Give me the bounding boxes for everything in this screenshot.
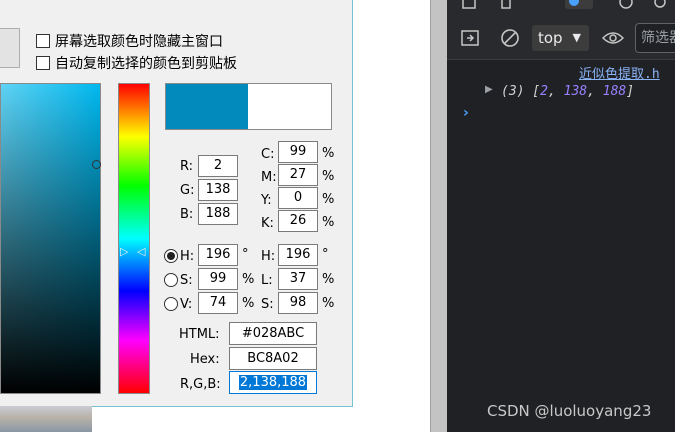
rgb-field-selection: 2,138,188 xyxy=(238,375,308,390)
k-unit: % xyxy=(322,215,335,230)
h-radio[interactable] xyxy=(164,249,178,263)
watermark: CSDN @luoluoyang23 xyxy=(487,402,652,420)
color-preview xyxy=(165,83,332,130)
m-label: M: xyxy=(261,170,277,185)
console-toolbar: top ▼ 筛选器 xyxy=(447,18,675,60)
log-suffix: ] xyxy=(626,84,635,99)
hls-h-unit: ° xyxy=(322,247,329,262)
expand-caret-icon[interactable]: ▶ xyxy=(485,84,493,95)
hide-window-checkbox[interactable]: 屏幕选取颜色时隐藏主窗口 xyxy=(36,31,223,51)
y-unit: % xyxy=(322,192,335,207)
current-color-swatch xyxy=(166,84,248,129)
issues-badge-icon[interactable] xyxy=(565,0,595,12)
checkbox-box[interactable] xyxy=(36,34,50,48)
hsv-v-label: V: xyxy=(180,297,193,312)
filter-input[interactable]: 筛选器 xyxy=(635,23,675,53)
hue-slider[interactable] xyxy=(118,83,150,394)
log-sep: , xyxy=(547,84,564,99)
auto-copy-checkbox[interactable]: 自动复制选择的颜色到剪贴板 xyxy=(36,53,237,73)
hue-arrow-left-icon[interactable]: ◁ xyxy=(137,245,145,258)
log-value-0: 2 xyxy=(540,84,548,99)
previous-color-swatch xyxy=(248,84,331,129)
context-selector[interactable]: top ▼ xyxy=(532,25,589,51)
r-label: R: xyxy=(180,159,194,174)
r-field[interactable]: 2 xyxy=(198,155,238,177)
hsv-s-field[interactable]: 99 xyxy=(198,268,238,290)
more-options-icon[interactable] xyxy=(652,0,672,12)
m-unit: % xyxy=(322,169,335,184)
m-field[interactable]: 27 xyxy=(278,164,318,186)
html-label: HTML: xyxy=(179,327,220,342)
hls-s-field[interactable]: 98 xyxy=(278,292,318,314)
background-image-thumbnail xyxy=(0,406,92,432)
hsv-h-label: H: xyxy=(180,249,195,264)
sv-selection-marker[interactable] xyxy=(92,160,101,169)
hls-h-field[interactable]: 196 xyxy=(278,244,318,266)
c-unit: % xyxy=(322,146,335,161)
y-field[interactable]: 0 xyxy=(278,187,318,209)
g-field[interactable]: 138 xyxy=(198,179,238,201)
hls-h-label: H: xyxy=(261,249,276,264)
hsv-s-label: S: xyxy=(180,273,193,288)
console-prompt-icon[interactable]: › xyxy=(463,105,469,121)
hsv-h-unit: ° xyxy=(242,247,249,262)
saturation-value-area[interactable] xyxy=(0,83,101,394)
clear-console-icon[interactable] xyxy=(500,28,520,48)
hsv-v-field[interactable]: 74 xyxy=(198,292,238,314)
hex-field[interactable]: BC8A02 xyxy=(229,347,317,370)
hsv-h-field[interactable]: 196 xyxy=(198,244,238,266)
c-field[interactable]: 99 xyxy=(278,141,318,163)
hls-l-field[interactable]: 37 xyxy=(278,268,318,290)
auto-copy-label: 自动复制选择的颜色到剪贴板 xyxy=(55,56,237,72)
color-picker-dialog: 屏幕选取颜色时隐藏主窗口 自动复制选择的颜色到剪贴板 ▷ ◁ R: 2 G: 1… xyxy=(0,0,353,407)
context-value: top xyxy=(538,29,563,47)
html-field[interactable]: #028ABC xyxy=(229,322,317,345)
hls-s-label: S: xyxy=(261,297,274,312)
log-value-1: 138 xyxy=(563,84,588,99)
v-radio[interactable] xyxy=(164,297,178,311)
devtools-tab-strip xyxy=(447,0,675,18)
hue-arrow-right-icon[interactable]: ▷ xyxy=(120,245,128,258)
checkbox-box[interactable] xyxy=(36,56,50,70)
log-sep: , xyxy=(587,84,603,99)
rgb-field[interactable]: 2,138,188 xyxy=(229,371,317,394)
chevron-down-icon: ▼ xyxy=(572,31,581,44)
source-file-link[interactable]: 近似色提取.h xyxy=(579,63,660,82)
g-label: G: xyxy=(180,183,195,198)
hide-window-label: 屏幕选取颜色时隐藏主窗口 xyxy=(55,34,223,50)
console-log-entry[interactable]: (3) [2, 138, 188] xyxy=(501,84,634,99)
y-label: Y: xyxy=(261,193,272,208)
b-label: B: xyxy=(180,207,194,222)
k-field[interactable]: 26 xyxy=(278,210,318,232)
s-radio[interactable] xyxy=(164,273,178,287)
rgb-label: R,G,B: xyxy=(180,377,221,392)
hls-s-unit: % xyxy=(322,296,335,311)
partial-button[interactable] xyxy=(0,28,20,68)
page-scrollbar[interactable] xyxy=(430,0,447,432)
k-label: K: xyxy=(261,216,274,231)
show-sidebar-icon[interactable] xyxy=(461,30,479,46)
hls-l-label: L: xyxy=(261,273,273,288)
hls-l-unit: % xyxy=(322,272,335,287)
live-expression-eye-icon[interactable] xyxy=(602,30,624,46)
inspect-element-icon[interactable] xyxy=(462,0,480,10)
log-value-2: 188 xyxy=(602,84,627,99)
hsv-s-unit: % xyxy=(242,272,255,287)
b-field[interactable]: 188 xyxy=(198,203,238,225)
hex-label: Hex: xyxy=(190,352,220,367)
settings-gear-icon[interactable] xyxy=(617,0,637,12)
devtools-panel: top ▼ 筛选器 近似色提取.h ▶ (3) [2, 138, 188] › … xyxy=(447,0,675,432)
c-label: C: xyxy=(261,147,275,162)
hsv-v-unit: % xyxy=(242,296,255,311)
device-toolbar-icon[interactable] xyxy=(500,0,518,10)
log-prefix: (3) [ xyxy=(501,84,541,99)
